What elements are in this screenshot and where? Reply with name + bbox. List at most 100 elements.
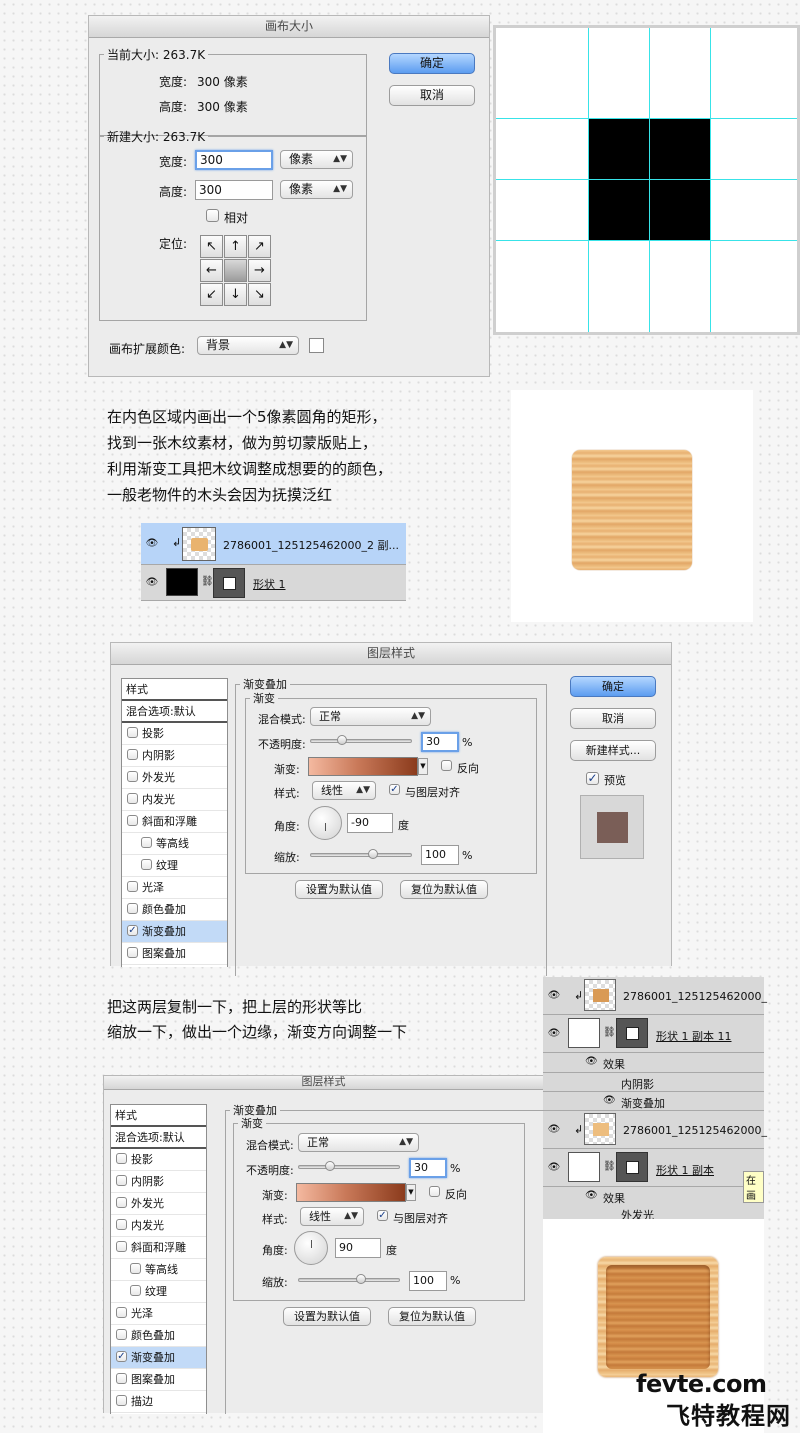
- eye-icon[interactable]: 👁: [603, 1095, 616, 1106]
- arrow-n-icon[interactable]: ↑: [224, 235, 247, 258]
- checkbox[interactable]: [116, 1219, 127, 1230]
- checkbox[interactable]: [127, 771, 138, 782]
- style-inner-glow[interactable]: 内发光: [111, 1215, 206, 1237]
- style-gradient-overlay[interactable]: ✓ 渐变叠加: [122, 921, 227, 943]
- checkbox[interactable]: [127, 903, 138, 914]
- eye-icon[interactable]: 👁: [145, 539, 159, 549]
- style-select[interactable]: 线性 ▲▼: [312, 781, 376, 800]
- angle-dial[interactable]: [308, 806, 342, 840]
- checkbox[interactable]: ✓: [116, 1351, 127, 1362]
- slider-knob[interactable]: [337, 735, 347, 745]
- reset-default-button[interactable]: 复位为默认值: [400, 880, 488, 899]
- eye-icon[interactable]: 👁: [585, 1056, 598, 1067]
- style-gradient-overlay[interactable]: ✓ 渐变叠加: [111, 1347, 206, 1369]
- angle-input[interactable]: -90: [347, 813, 393, 833]
- relative-checkbox[interactable]: [206, 209, 219, 222]
- ext-color-select[interactable]: 背景 ▲▼: [197, 336, 299, 355]
- effect-gradient-overlay[interactable]: 👁 渐变叠加: [543, 1092, 764, 1111]
- checkbox[interactable]: [116, 1329, 127, 1340]
- scale-slider[interactable]: [298, 1274, 400, 1284]
- style-list-header[interactable]: 样式: [122, 679, 227, 701]
- style-bevel[interactable]: 斜面和浮雕: [111, 1237, 206, 1259]
- eye-icon[interactable]: 👁: [547, 1125, 561, 1135]
- layer-row-wood-copy[interactable]: 👁 ↲ 2786001_125125462000_: [543, 977, 767, 1015]
- effects-row-2[interactable]: 👁 效果: [543, 1187, 764, 1207]
- style-contour[interactable]: 等高线: [122, 833, 227, 855]
- checkbox[interactable]: [116, 1153, 127, 1164]
- scale-slider[interactable]: [310, 849, 412, 859]
- anchor-grid[interactable]: ↖ ↑ ↗ ← → ↙ ↓ ↘: [200, 235, 271, 306]
- slider-knob[interactable]: [356, 1274, 366, 1284]
- checkbox[interactable]: [141, 837, 152, 848]
- gradient-picker[interactable]: ▼: [296, 1183, 416, 1202]
- width-unit-select[interactable]: 像素 ▲▼: [280, 150, 353, 169]
- layer-row-shape-copy[interactable]: 👁 ⛓ 形状 1 副本 在画: [543, 1149, 764, 1203]
- ext-color-swatch[interactable]: [309, 338, 324, 353]
- dropdown-icon[interactable]: ▼: [406, 1184, 416, 1201]
- style-pattern-overlay[interactable]: 图案叠加: [111, 1369, 206, 1391]
- style-drop-shadow[interactable]: 投影: [111, 1149, 206, 1171]
- checkbox[interactable]: [127, 727, 138, 738]
- eye-icon[interactable]: 👁: [547, 991, 561, 1001]
- anchor-center[interactable]: [224, 259, 247, 282]
- style-color-overlay[interactable]: 颜色叠加: [122, 899, 227, 921]
- layer-row-wood[interactable]: 👁 ↲ 2786001_125125462000_: [543, 1111, 767, 1149]
- width-input[interactable]: 300: [195, 150, 273, 170]
- preview-checkbox[interactable]: ✓: [586, 772, 599, 785]
- eye-icon[interactable]: 👁: [585, 1190, 598, 1201]
- dropdown-icon[interactable]: ▼: [418, 758, 428, 775]
- checkbox[interactable]: ✓: [127, 925, 138, 936]
- height-input[interactable]: 300: [195, 180, 273, 200]
- style-outer-glow[interactable]: 外发光: [111, 1193, 206, 1215]
- style-drop-shadow[interactable]: 投影: [122, 723, 227, 745]
- ok-button[interactable]: 确定: [389, 53, 475, 74]
- new-style-button[interactable]: 新建样式...: [570, 740, 656, 761]
- style-inner-shadow[interactable]: 内阴影: [122, 745, 227, 767]
- opacity-slider[interactable]: [310, 735, 412, 745]
- style-select[interactable]: 线性 ▲▼: [300, 1207, 364, 1226]
- layer-row-wood[interactable]: 👁 ↲ 2786001_125125462000_2 副...: [141, 523, 406, 565]
- checkbox[interactable]: [116, 1197, 127, 1208]
- effects-row[interactable]: 👁 效果: [543, 1053, 764, 1073]
- slider-knob[interactable]: [325, 1161, 335, 1171]
- checkbox[interactable]: [130, 1263, 141, 1274]
- checkbox[interactable]: [130, 1285, 141, 1296]
- slider-knob[interactable]: [368, 849, 378, 859]
- opacity-slider[interactable]: [298, 1161, 400, 1171]
- style-color-overlay[interactable]: 颜色叠加: [111, 1325, 206, 1347]
- style-outer-glow[interactable]: 外发光: [122, 767, 227, 789]
- style-texture[interactable]: 纹理: [122, 855, 227, 877]
- effect-outer-glow[interactable]: 外发光: [543, 1207, 764, 1219]
- eye-icon[interactable]: 👁: [145, 578, 159, 588]
- set-default-button[interactable]: 设置为默认值: [283, 1307, 371, 1326]
- reset-default-button[interactable]: 复位为默认值: [388, 1307, 476, 1326]
- blend-mode-select[interactable]: 正常 ▲▼: [298, 1133, 419, 1152]
- layer-row-shape[interactable]: 👁 ⛓ 形状 1: [141, 565, 406, 601]
- align-checkbox[interactable]: ✓: [389, 784, 400, 795]
- style-satin[interactable]: 光泽: [111, 1303, 206, 1325]
- style-pattern-overlay[interactable]: 图案叠加: [122, 943, 227, 965]
- style-texture[interactable]: 纹理: [111, 1281, 206, 1303]
- checkbox[interactable]: [127, 947, 138, 958]
- checkbox[interactable]: [127, 793, 138, 804]
- checkbox[interactable]: [116, 1307, 127, 1318]
- style-list-header[interactable]: 样式: [111, 1105, 206, 1127]
- angle-input[interactable]: 90: [335, 1238, 381, 1258]
- arrow-w-icon[interactable]: ←: [200, 259, 223, 282]
- scale-input[interactable]: 100: [421, 845, 459, 865]
- height-unit-select[interactable]: 像素 ▲▼: [280, 180, 353, 199]
- scale-input[interactable]: 100: [409, 1271, 447, 1291]
- set-default-button[interactable]: 设置为默认值: [295, 880, 383, 899]
- align-checkbox[interactable]: ✓: [377, 1210, 388, 1221]
- cancel-button[interactable]: 取消: [389, 85, 475, 106]
- opacity-input[interactable]: 30: [409, 1158, 447, 1178]
- blend-options[interactable]: 混合选项:默认: [122, 701, 227, 723]
- checkbox[interactable]: [116, 1373, 127, 1384]
- reverse-checkbox[interactable]: [441, 760, 452, 771]
- style-contour[interactable]: 等高线: [111, 1259, 206, 1281]
- cancel-button[interactable]: 取消: [570, 708, 656, 729]
- layer-row-shape-copy-11[interactable]: 👁 ⛓ 形状 1 副本 11: [543, 1015, 764, 1053]
- checkbox[interactable]: [116, 1241, 127, 1252]
- ok-button[interactable]: 确定: [570, 676, 656, 697]
- arrow-nw-icon[interactable]: ↖: [200, 235, 223, 258]
